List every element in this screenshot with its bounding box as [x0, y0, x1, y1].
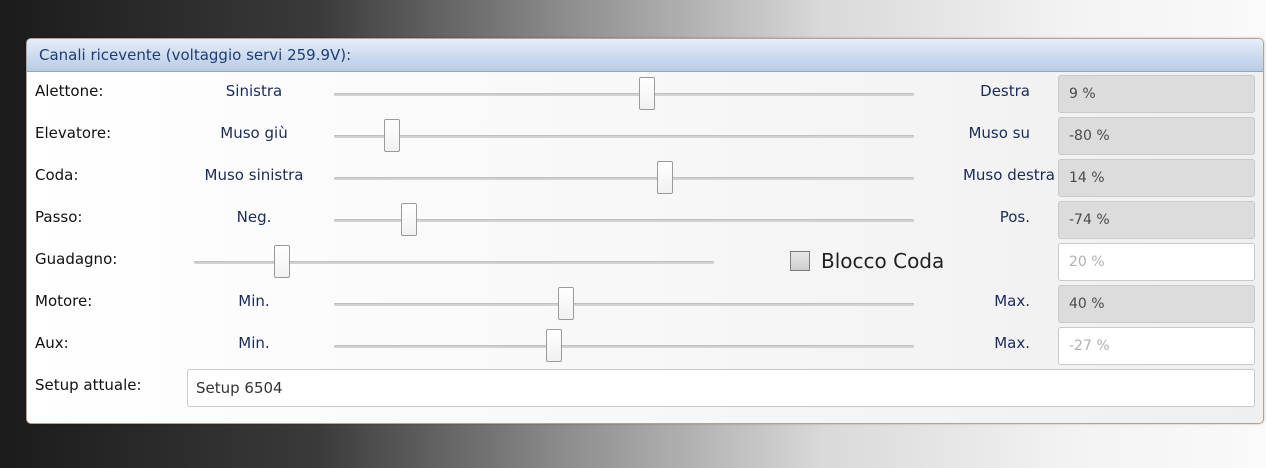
gain-value-input[interactable]: 20 % — [1058, 243, 1255, 281]
channel-left-label: Sinistra — [225, 82, 283, 100]
channel-label: Passo: — [35, 208, 83, 226]
slider-thumb[interactable] — [384, 119, 400, 152]
channel-label: Coda: — [35, 166, 79, 184]
panel-title: Canali ricevente (voltaggio servi 259.9V… — [27, 39, 1263, 72]
channel-value: 14 % — [1058, 159, 1255, 197]
slider-track — [194, 261, 714, 264]
slider-track — [334, 93, 914, 96]
channel-left-label: Min. — [238, 292, 270, 310]
motore-slider[interactable] — [334, 283, 914, 325]
gain-row: Guadagno: Blocco Coda 20 % — [27, 241, 1263, 283]
channel-right-label: Destra — [980, 82, 1030, 100]
channel-right-label: Max. — [994, 334, 1030, 352]
channel-row-passo: Passo: Neg. Pos. -74 % — [27, 199, 1263, 241]
channel-row-elevatore: Elevatore: Muso giù Muso su -80 % — [27, 115, 1263, 157]
slider-thumb[interactable] — [639, 77, 656, 110]
slider-track — [334, 135, 914, 138]
slider-thumb[interactable] — [656, 161, 673, 194]
channel-value: 40 % — [1058, 285, 1255, 323]
channel-label: Aux: — [35, 334, 69, 352]
channel-left-label: Muso giù — [220, 124, 288, 142]
slider-thumb[interactable] — [274, 245, 291, 278]
slider-thumb[interactable] — [401, 203, 418, 236]
channel-label: Alettone: — [35, 82, 104, 100]
slider-track — [334, 345, 914, 348]
channel-right-label: Pos. — [999, 208, 1030, 226]
channel-row-motore: Motore: Min. Max. 40 % — [27, 283, 1263, 325]
slider-thumb[interactable] — [558, 287, 574, 320]
aux-value-input[interactable]: -27 % — [1058, 327, 1255, 365]
channel-left-label: Neg. — [236, 208, 272, 226]
setup-label: Setup attuale: — [35, 376, 142, 394]
channel-row-coda: Coda: Muso sinistra Muso destra 14 % — [27, 157, 1263, 199]
channel-row-alettone: Alettone: Sinistra Destra 9 % — [27, 73, 1263, 115]
slider-track — [334, 303, 914, 306]
channel-label: Motore: — [35, 292, 93, 310]
channel-value: -74 % — [1058, 201, 1255, 239]
checkbox-label[interactable]: Blocco Coda — [821, 249, 944, 273]
aux-slider[interactable] — [334, 325, 914, 367]
channel-left-label: Min. — [238, 334, 270, 352]
channel-left-label: Muso sinistra — [204, 166, 304, 184]
alettone-slider[interactable] — [334, 73, 914, 115]
channel-right-label: Max. — [994, 292, 1030, 310]
channel-row-aux: Aux: Min. Max. -27 % — [27, 325, 1263, 367]
receiver-channels-panel: Canali ricevente (voltaggio servi 259.9V… — [26, 38, 1264, 424]
setup-row: Setup attuale: Setup 6504 — [27, 367, 1263, 409]
checkbox-box[interactable] — [790, 251, 810, 271]
slider-thumb[interactable] — [546, 329, 563, 362]
passo-slider[interactable] — [334, 199, 914, 241]
elevatore-slider[interactable] — [334, 115, 914, 157]
slider-track — [334, 219, 914, 222]
gain-slider[interactable] — [194, 241, 714, 283]
channel-right-label: Muso destra — [962, 166, 1055, 184]
channel-value: 9 % — [1058, 75, 1255, 113]
channel-label: Elevatore: — [35, 124, 112, 142]
gain-label: Guadagno: — [35, 250, 118, 268]
setup-name-input[interactable]: Setup 6504 — [187, 369, 1255, 407]
channel-right-label: Muso su — [968, 124, 1030, 142]
coda-slider[interactable] — [334, 157, 914, 199]
slider-track — [334, 177, 914, 180]
channel-value: -80 % — [1058, 117, 1255, 155]
